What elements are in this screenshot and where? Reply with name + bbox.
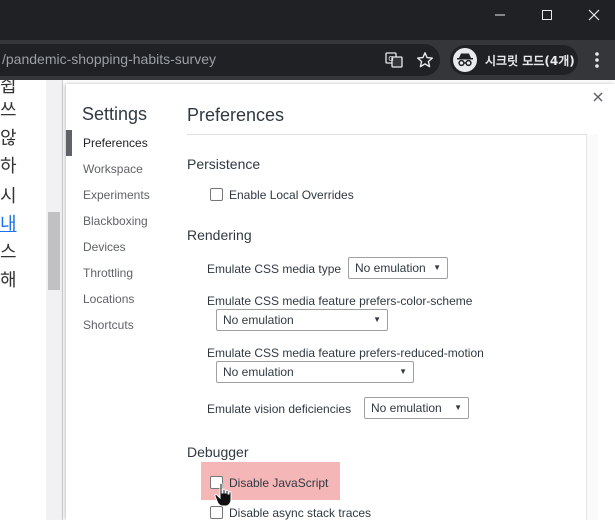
section-debugger: Debugger — [187, 444, 249, 460]
page-text: 하 — [0, 156, 17, 177]
browser-titlebar — [0, 0, 615, 40]
page-text: 해 — [0, 270, 17, 291]
media-type-label: Emulate CSS media type — [207, 262, 342, 276]
address-bar[interactable]: /pandemic-shopping-habits-survey — [0, 44, 440, 76]
page-text: 스 — [0, 242, 17, 263]
translate-icon[interactable]: G — [383, 49, 405, 71]
settings-scrollbar[interactable] — [586, 134, 598, 520]
tab-shortcuts[interactable]: Shortcuts — [83, 318, 134, 332]
reduced-motion-value: No emulation — [223, 365, 294, 379]
vision-deficiency-value: No emulation — [371, 401, 442, 415]
vision-deficiency-select[interactable]: No emulation ▼ — [364, 397, 469, 419]
color-scheme-label: Emulate CSS media feature prefers-color-… — [207, 294, 473, 308]
page-content: 쉽 쓰 않 하 시 내 스 해 — [0, 80, 46, 520]
tab-blackboxing[interactable]: Blackboxing — [83, 214, 148, 228]
browser-toolbar: /pandemic-shopping-habits-survey G 시크릿 모… — [0, 40, 615, 80]
profile-label: 시크릿 모드(4개) — [485, 53, 575, 68]
reduced-motion-select[interactable]: No emulation ▼ — [216, 361, 414, 383]
star-icon[interactable] — [414, 49, 436, 71]
incognito-profile-button[interactable]: 시크릿 모드(4개) — [450, 45, 578, 75]
svg-text:G: G — [388, 55, 393, 63]
tab-experiments[interactable]: Experiments — [83, 188, 150, 202]
page-link[interactable]: 내 — [0, 210, 17, 236]
nav-active-indicator — [66, 130, 72, 156]
section-persistence: Persistence — [187, 156, 261, 172]
page-text: 시 — [0, 186, 17, 207]
color-scheme-select[interactable]: No emulation ▼ — [216, 309, 388, 331]
settings-title: Settings — [82, 104, 148, 124]
vision-deficiency-label: Emulate vision deficiencies — [207, 402, 352, 416]
tab-workspace[interactable]: Workspace — [83, 162, 143, 176]
close-icon[interactable] — [590, 89, 606, 105]
section-rendering: Rendering — [187, 227, 252, 243]
page-scrollbar-thumb[interactable] — [48, 212, 60, 290]
chevron-down-icon: ▼ — [373, 315, 381, 324]
tab-preferences[interactable]: Preferences — [83, 136, 148, 150]
chevron-down-icon: ▼ — [399, 367, 407, 376]
url-text[interactable]: /pandemic-shopping-habits-survey — [2, 51, 216, 67]
disable-javascript-label[interactable]: Disable JavaScript — [229, 476, 328, 490]
page-text: 쓰 — [0, 100, 17, 121]
page-text: 않 — [0, 128, 17, 149]
chevron-down-icon: ▼ — [454, 403, 462, 412]
enable-local-overrides-checkbox[interactable] — [210, 188, 223, 201]
hand-cursor-icon — [214, 482, 232, 507]
kebab-menu-icon[interactable] — [586, 49, 608, 71]
header-divider — [187, 134, 587, 135]
disable-async-stack-traces-label[interactable]: Disable async stack traces — [229, 506, 371, 520]
reduced-motion-label: Emulate CSS media feature prefers-reduce… — [207, 346, 484, 360]
page-scrollbar[interactable] — [46, 80, 62, 520]
enable-local-overrides-label[interactable]: Enable Local Overrides — [229, 188, 354, 202]
tab-locations[interactable]: Locations — [83, 292, 134, 306]
tab-throttling[interactable]: Throttling — [83, 266, 133, 280]
incognito-icon — [453, 48, 477, 72]
close-icon[interactable] — [571, 0, 615, 30]
chevron-down-icon: ▼ — [433, 263, 441, 272]
minimize-icon[interactable] — [477, 0, 523, 30]
maximize-icon[interactable] — [524, 0, 570, 30]
color-scheme-value: No emulation — [223, 313, 294, 327]
tab-devices[interactable]: Devices — [83, 240, 126, 254]
media-type-value: No emulation — [355, 261, 426, 275]
media-type-select[interactable]: No emulation ▼ — [348, 257, 448, 279]
preferences-title: Preferences — [187, 105, 285, 125]
